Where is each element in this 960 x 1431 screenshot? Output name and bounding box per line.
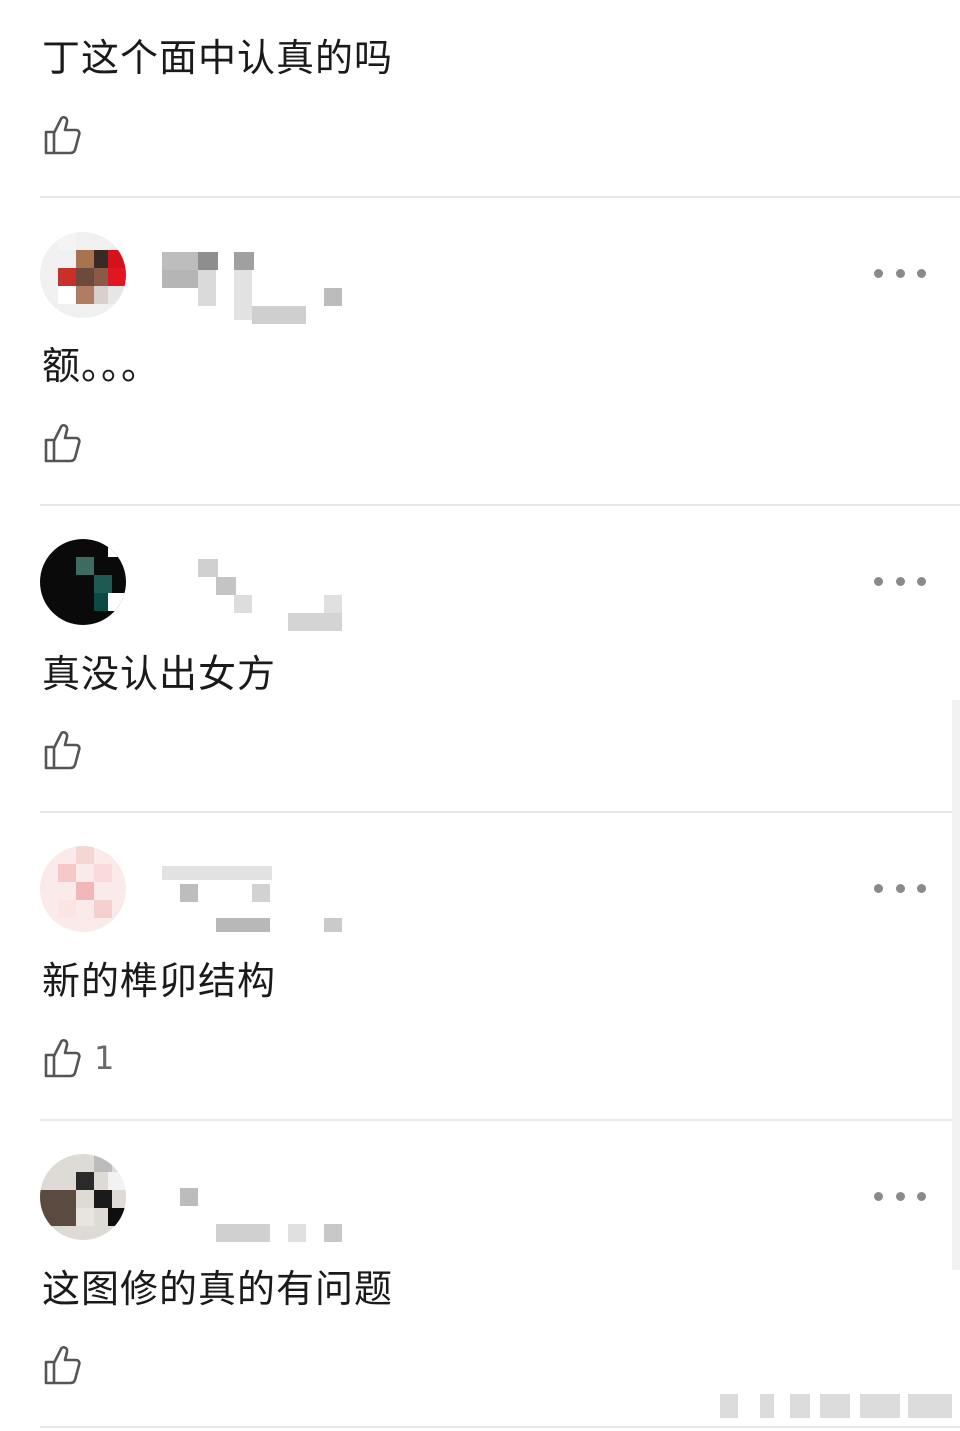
- avatar[interactable]: [40, 846, 126, 932]
- username-blurred[interactable]: [150, 862, 350, 938]
- like-count: 1: [94, 1039, 115, 1077]
- divider: [40, 504, 960, 506]
- avatar[interactable]: [40, 539, 126, 625]
- username-blurred[interactable]: [150, 555, 350, 631]
- comment-text: 额。。。: [42, 344, 161, 388]
- more-options-button[interactable]: [874, 1181, 926, 1211]
- like-button[interactable]: 1: [42, 1036, 114, 1080]
- more-horizontal-icon: [874, 268, 926, 278]
- divider: [40, 196, 960, 198]
- scrollbar[interactable]: [952, 700, 960, 1270]
- comment-text: 丁这个面中认真的吗: [42, 36, 394, 80]
- thumbs-up-icon: [44, 731, 81, 770]
- thumbs-up-icon: [44, 1039, 81, 1078]
- more-horizontal-icon: [874, 576, 926, 586]
- like-button[interactable]: [42, 728, 94, 772]
- thumbs-up-icon: [44, 116, 81, 155]
- comment-text: 新的榫卯结构: [42, 959, 277, 1003]
- thumbs-up-icon: [44, 424, 81, 463]
- username-blurred[interactable]: [150, 1170, 350, 1246]
- more-options-button[interactable]: [874, 873, 926, 903]
- comment-text: 这图修的真的有问题: [42, 1267, 394, 1311]
- watermark: [720, 1392, 952, 1422]
- like-button[interactable]: [42, 113, 94, 157]
- more-horizontal-icon: [874, 1191, 926, 1201]
- more-options-button[interactable]: [874, 258, 926, 288]
- avatar[interactable]: [40, 232, 126, 318]
- username-blurred[interactable]: [150, 248, 350, 324]
- comment-text: 真没认出女方: [42, 652, 277, 696]
- like-button[interactable]: [42, 1343, 94, 1387]
- divider: [40, 1119, 960, 1121]
- divider: [40, 1426, 960, 1428]
- more-horizontal-icon: [874, 883, 926, 893]
- thumbs-up-icon: [44, 1346, 81, 1385]
- like-button[interactable]: [42, 421, 94, 465]
- avatar[interactable]: [40, 1154, 126, 1240]
- more-options-button[interactable]: [874, 566, 926, 596]
- divider: [40, 811, 960, 813]
